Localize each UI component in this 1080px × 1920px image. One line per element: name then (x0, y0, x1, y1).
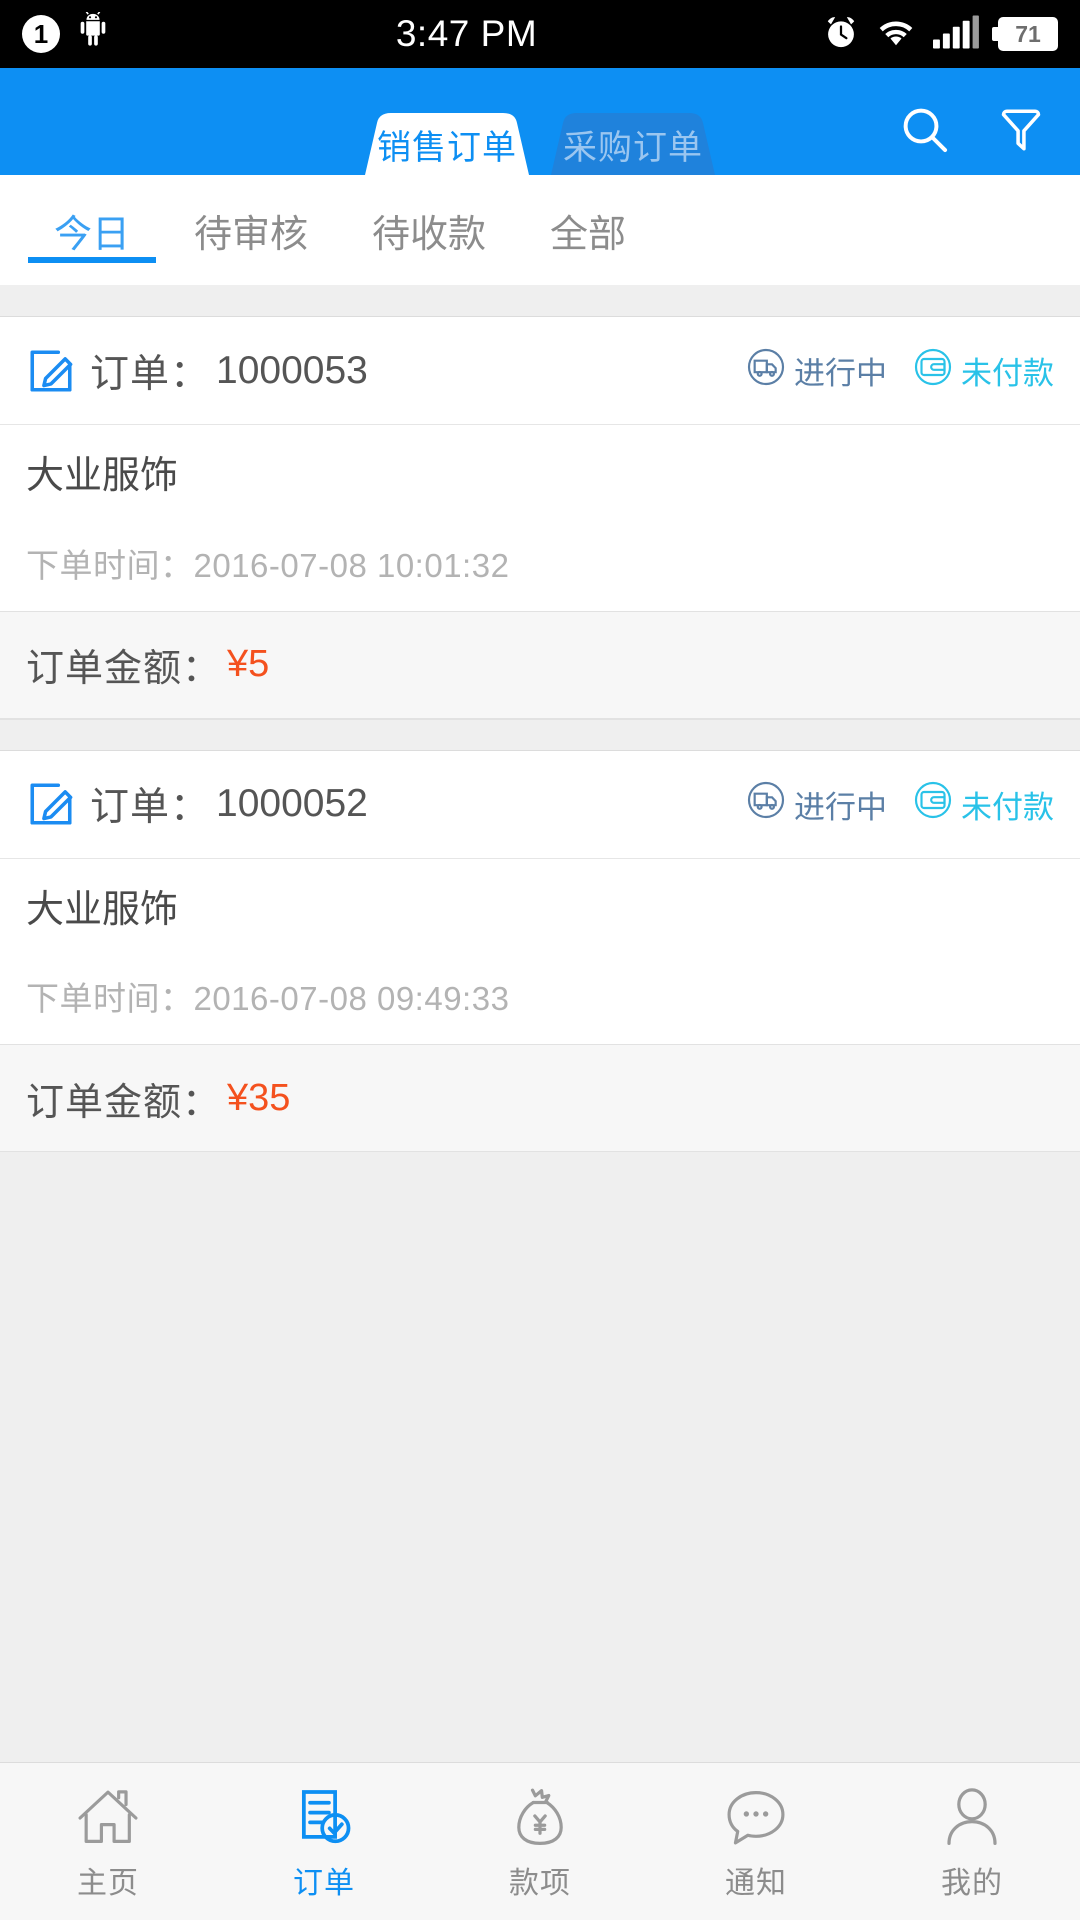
nav-item-notifications-label: 通知 (725, 1866, 787, 1900)
sub-tab-pending-payment-label: 待收款 (372, 213, 487, 256)
order-card[interactable]: 订单： 1000052 进行中 未付款 大业服饰 下单时间：2016-07-08… (0, 750, 1080, 1152)
header-tab-sales-label: 销售订单 (377, 128, 517, 167)
header-tab-group: 销售订单 采购订单 (347, 113, 733, 175)
order-amount-value: ¥35 (227, 1076, 291, 1119)
order-time-row: 下单时间：2016-07-08 10:01:32 (26, 539, 1054, 587)
order-amount-row: 订单金额： ¥5 (0, 610, 1080, 719)
sub-tab-today[interactable]: 今日 (22, 175, 162, 285)
shipping-status-text: 进行中 (794, 789, 887, 825)
person-icon (941, 1782, 1003, 1848)
shipping-status-badge: 进行中 (746, 780, 887, 828)
battery-level-text: 71 (1015, 20, 1041, 47)
edit-order-icon[interactable] (26, 779, 76, 829)
nav-item-payments[interactable]: 款项 (432, 1763, 648, 1920)
customer-name: 大业服饰 (26, 455, 179, 497)
search-icon[interactable] (892, 97, 958, 163)
order-amount-label: 订单金额： (26, 648, 222, 690)
shipping-status-badge: 进行中 (746, 347, 887, 395)
header-tab-purchase-label: 采购订单 (563, 128, 703, 167)
battery-indicator: 71 (992, 17, 1058, 51)
nav-item-orders-label: 订单 (293, 1866, 355, 1900)
order-number-value: 1000053 (216, 348, 368, 392)
list-separator (0, 718, 1080, 751)
header-tab-sales[interactable]: 销售订单 (347, 113, 547, 175)
order-number-label: 订单： (90, 786, 211, 829)
order-amount-label: 订单金额： (26, 1081, 222, 1124)
sub-tab-bar: 今日 待审核 待收款 全部 (0, 175, 1080, 285)
bottom-navigation-bar: 主页 订单 款项 通知 我的 (0, 1762, 1080, 1920)
money-bag-icon (509, 1782, 571, 1848)
app-header: 销售订单 采购订单 (0, 68, 1080, 175)
order-card-header[interactable]: 订单： 1000052 进行中 未付款 (0, 751, 1080, 859)
payment-status-badge: 未付款 (913, 347, 1054, 395)
sub-tab-today-label: 今日 (54, 213, 131, 256)
payment-status-badge: 未付款 (913, 780, 1054, 828)
edit-order-icon[interactable] (26, 346, 76, 396)
order-card-body: 大业服饰 下单时间：2016-07-08 10:01:32 (0, 425, 1080, 611)
order-time-value: 2016-07-08 09:49:33 (193, 980, 510, 1017)
order-amount-value: ¥5 (227, 643, 270, 685)
order-time-value: 2016-07-08 10:01:32 (193, 546, 510, 584)
payment-status-text: 未付款 (961, 356, 1054, 391)
sub-tab-all-label: 全部 (550, 213, 627, 256)
home-icon (75, 1782, 141, 1848)
order-status-group: 进行中 未付款 (746, 780, 1054, 828)
order-doc-icon (293, 1782, 355, 1848)
wallet-in-circle-icon (913, 347, 953, 395)
order-time-label: 下单时间： (26, 546, 194, 584)
status-bar-right: 71 (823, 13, 1058, 56)
nav-item-orders[interactable]: 订单 (216, 1763, 432, 1920)
wifi-icon (876, 16, 916, 53)
order-number-label: 订单： (90, 352, 211, 396)
order-list[interactable]: 订单： 1000053 进行中 未付款 大业服饰 下单时间：2016-07-08… (0, 285, 1080, 1762)
payment-status-text: 未付款 (961, 789, 1054, 825)
order-number-value: 1000052 (216, 782, 368, 825)
status-bar-center: 3:47 PM (110, 13, 823, 55)
nav-item-home-label: 主页 (77, 1866, 139, 1900)
truck-in-circle-icon (746, 347, 786, 395)
wallet-in-circle-icon (913, 780, 953, 828)
order-card[interactable]: 订单： 1000053 进行中 未付款 大业服饰 下单时间：2016-07-08… (0, 317, 1080, 719)
nav-item-profile-label: 我的 (941, 1866, 1003, 1900)
sub-tab-all[interactable]: 全部 (518, 175, 658, 285)
nav-item-payments-label: 款项 (509, 1866, 571, 1900)
filter-icon[interactable] (988, 97, 1054, 163)
nav-item-notifications[interactable]: 通知 (648, 1763, 864, 1920)
notification-count-badge: 1 (22, 15, 60, 53)
header-actions (892, 97, 1054, 163)
sub-tab-pending-review[interactable]: 待审核 (162, 175, 340, 285)
shipping-status-text: 进行中 (794, 356, 887, 391)
order-time-row: 下单时间：2016-07-08 09:49:33 (26, 972, 1054, 1020)
status-bar-left: 1 (22, 10, 110, 57)
customer-name: 大业服饰 (26, 888, 179, 931)
list-separator (0, 285, 1080, 317)
chat-bubble-icon (723, 1782, 789, 1848)
cellular-signal-icon (933, 15, 981, 54)
order-card-header[interactable]: 订单： 1000053 进行中 未付款 (0, 317, 1080, 425)
header-tab-purchase[interactable]: 采购订单 (533, 113, 733, 175)
order-amount-row: 订单金额： ¥35 (0, 1044, 1080, 1152)
sub-tab-pending-payment[interactable]: 待收款 (340, 175, 518, 285)
status-bar: 1 3:47 PM 71 (0, 0, 1080, 68)
alarm-clock-icon (823, 13, 859, 56)
truck-in-circle-icon (746, 780, 786, 828)
status-bar-clock: 3:47 PM (395, 13, 538, 54)
order-status-group: 进行中 未付款 (746, 347, 1054, 395)
nav-item-home[interactable]: 主页 (0, 1763, 216, 1920)
android-robot-icon (76, 10, 110, 57)
order-card-body: 大业服饰 下单时间：2016-07-08 09:49:33 (0, 859, 1080, 1045)
app-root: 1 3:47 PM 71 销售订单 采购订单 今日 待审核 待收款 全部 订单：… (0, 0, 1080, 1920)
order-time-label: 下单时间： (26, 980, 194, 1017)
nav-item-profile[interactable]: 我的 (864, 1763, 1080, 1920)
sub-tab-pending-review-label: 待审核 (194, 213, 309, 256)
